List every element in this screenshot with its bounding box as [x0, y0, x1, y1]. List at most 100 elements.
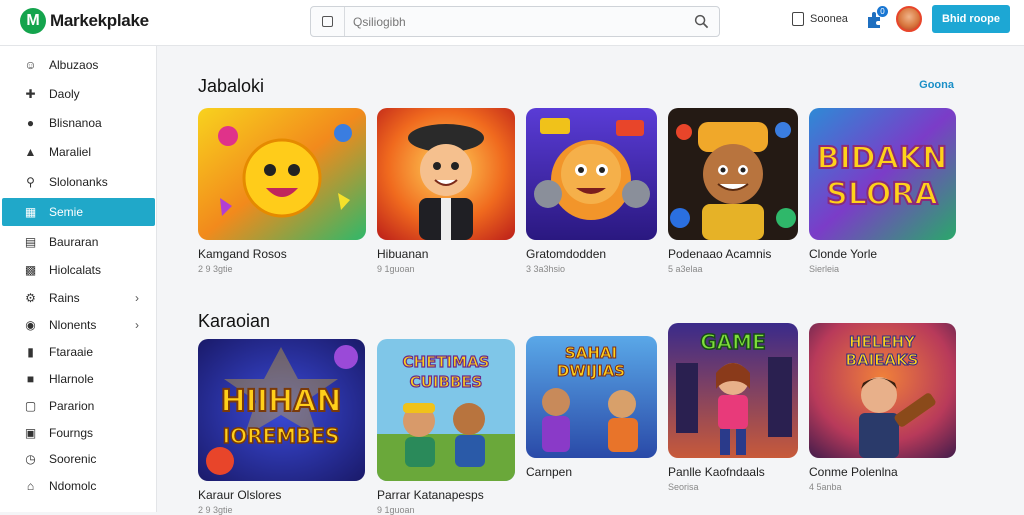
sidebar-item-maraliel[interactable]: ▲ Maraliel [2, 138, 155, 166]
game-card[interactable]: SAHAI DWIJIAS Carnpen [526, 336, 657, 482]
sidebar-item-blisnanoa[interactable]: ● Blisnanoa [2, 109, 155, 137]
sidebar-item-label: Ftaraaie [49, 345, 94, 359]
game-subtitle: 9 1guoan [377, 505, 415, 515]
person-icon: ☺ [24, 58, 37, 72]
game-card[interactable]: HIIHAN IOREMBES Karaur Olslores 2 9 3gtie [198, 339, 365, 515]
sidebar-item-label: Fourngs [49, 426, 94, 440]
search-input[interactable] [353, 11, 683, 32]
triangle-icon: ▲ [24, 145, 37, 159]
search-icon: ⚲ [26, 175, 35, 189]
thumbnail-text-line-2: IOREMBES [223, 424, 340, 448]
game-title: Gratomdodden [526, 247, 607, 261]
game-subtitle: Sierleia [809, 264, 840, 274]
game-thumbnail [526, 108, 657, 240]
game-card[interactable]: Gratomdodden 3 3a3hsio [526, 108, 657, 274]
game-card[interactable]: Kamgand Rosos 2 9 3gtie [198, 108, 366, 274]
sidebar-item-ftaraaie[interactable]: ▮ Ftaraaie [2, 338, 155, 366]
sidebar-item-label: Daoly [49, 87, 80, 101]
logo[interactable]: M Markekplake [20, 8, 149, 34]
thumbnail-text-line-2: DWIJIAS [557, 362, 625, 380]
sidebar-item-rains[interactable]: ⚙ Rains › [2, 284, 155, 312]
thumbnail-text-line-1: CHETIMAS [403, 353, 490, 371]
avatar[interactable] [895, 6, 922, 32]
game-title: Karaur Olslores [198, 488, 282, 502]
chevron-right-icon: › [135, 291, 139, 305]
game-subtitle: 4 5anba [809, 482, 842, 492]
sidebar-item-label: Albuzaos [49, 58, 99, 72]
search-scope-button[interactable] [311, 7, 345, 36]
sidebar-item-label: Slolonanks [49, 175, 108, 189]
search-icon[interactable] [694, 14, 709, 29]
app-name: Markekplake [50, 11, 149, 30]
game-card[interactable]: BIDAKN SLORA Clonde Yorle Sierleia [809, 108, 956, 274]
sidebar-item-bauraran[interactable]: ▤ Bauraran [2, 228, 155, 256]
game-title: Clonde Yorle [809, 247, 878, 261]
game-card[interactable]: Podenaao Acamnis 5 a3elaa [668, 108, 798, 274]
folder-icon: ▣ [24, 426, 37, 440]
sidebar-item-label: Hiolcalats [49, 263, 102, 277]
game-subtitle: 2 9 3gtie [198, 264, 233, 274]
game-subtitle: 2 9 3gtie [198, 505, 233, 515]
thumbnail-text-line-1: BIDAKN [817, 141, 948, 176]
shield-icon: ◉ [25, 318, 36, 332]
sidebar-item-fourngs[interactable]: ▣ Fourngs [2, 419, 155, 447]
game-subtitle: 9 1guoan [377, 264, 415, 274]
game-subtitle: Seorisa [668, 482, 699, 492]
sidebar-item-label: Pararion [49, 399, 95, 413]
section-title: Karaoian [198, 311, 271, 331]
main-content: Jabaloki Goona Kamgand Rosos 2 9 3gtie H… [158, 46, 1024, 515]
sidebar-item-slolonanks[interactable]: ⚲ Slolonanks [2, 168, 155, 196]
section-title: Jabaloki [198, 76, 265, 96]
game-subtitle: 5 a3elaa [668, 264, 703, 274]
game-card[interactable]: Hibuanan 9 1guoan [377, 108, 515, 274]
game-thumbnail: HELEHY BAIEAKS [809, 323, 956, 458]
game-thumbnail [377, 108, 515, 240]
game-card[interactable]: GAME Panlle Kaofndaals Seorisa [668, 323, 798, 492]
sidebar-item-label: Nlonents [49, 318, 97, 332]
see-all-link[interactable]: Goona [919, 79, 954, 91]
game-title: Kamgand Rosos [198, 247, 287, 261]
chevron-right-icon: › [135, 318, 139, 332]
game-thumbnail: CHETIMAS CUIBBES [377, 339, 515, 481]
bars-icon: ▮ [27, 345, 34, 359]
sidebar-item-hlarnole[interactable]: ■ Hlarnole [2, 365, 155, 393]
game-title: Podenaao Acamnis [668, 247, 772, 261]
top-bar: M Markekplake Soonea 0 Bhid roope [0, 0, 1024, 46]
list-icon: ▤ [24, 235, 37, 249]
game-thumbnail: HIIHAN IOREMBES [198, 339, 365, 481]
document-icon [792, 12, 804, 26]
chart-icon: ▩ [24, 263, 37, 277]
sidebar-item-albuzaos[interactable]: ☺ Albuzaos [2, 51, 155, 79]
sidebar-item-pararion[interactable]: ▢ Pararion [2, 392, 155, 420]
game-card[interactable]: HELEHY BAIEAKS Conme Polenlna 4 5anba [809, 323, 956, 492]
sidebar-item-label: Soorenic [49, 452, 97, 466]
game-title: Panlle Kaofndaals [668, 465, 765, 479]
thumbnail-text-line-1: HELEHY [849, 333, 916, 351]
sidebar: ☺ Albuzaos ✚ Daoly ● Blisnanoa ▲ Maraliel ⚲ S… [0, 46, 157, 512]
game-thumbnail [198, 108, 366, 240]
gear-icon: ⚙ [25, 291, 36, 305]
clock-icon: ◷ [25, 452, 36, 466]
primary-action-button[interactable]: Bhid roope [931, 5, 1010, 33]
sidebar-item-daoly[interactable]: ✚ Daoly [2, 80, 155, 108]
sidebar-item-label: Blisnanoa [49, 116, 102, 130]
game-title: Hibuanan [377, 247, 429, 261]
circle-icon: ● [26, 116, 35, 130]
thumbnail-text-line-1: GAME [700, 330, 765, 354]
sidebar-item-nlonents[interactable]: ◉ Nlonents › [2, 311, 155, 339]
thumbnail-text-line-1: SAHAI [565, 344, 617, 362]
sidebar-item-hiolcalats[interactable]: ▩ Hiolcalats [2, 256, 155, 284]
game-thumbnail: SAHAI DWIJIAS [526, 336, 657, 458]
header-link[interactable]: Soonea [792, 12, 848, 26]
header-link-label: Soonea [810, 13, 848, 25]
sidebar-item-ndomolc[interactable]: ⌂ Ndomolc [2, 472, 155, 500]
game-card[interactable]: CHETIMAS CUIBBES Parrar Katanapesps 9 1gu… [377, 339, 515, 515]
notifications-button[interactable]: 0 [864, 6, 888, 30]
game-title: Carnpen [526, 465, 573, 479]
sidebar-item-soorenic[interactable]: ◷ Soorenic [2, 445, 155, 473]
doc-icon: ▢ [24, 399, 37, 413]
sidebar-item-semie[interactable]: ▦ Semie [2, 198, 155, 226]
sidebar-item-label: Rains [49, 291, 80, 305]
thumbnail-text-line-2: SLORA [826, 177, 938, 212]
game-thumbnail [668, 108, 798, 240]
